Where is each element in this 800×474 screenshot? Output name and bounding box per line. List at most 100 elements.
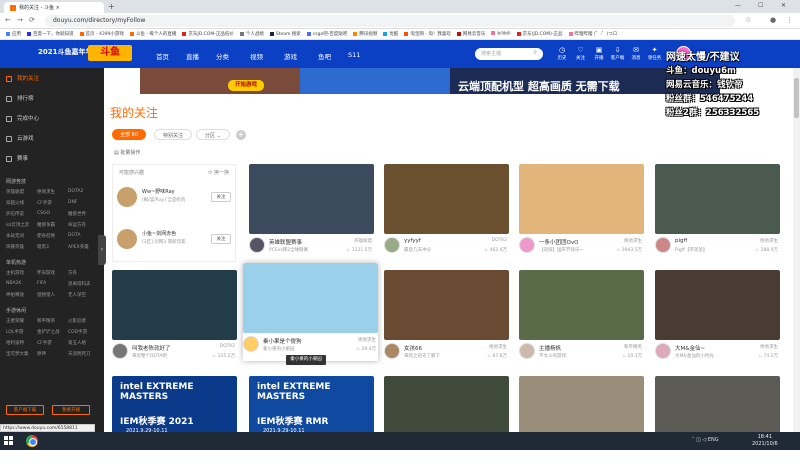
stream-thumbnail[interactable] <box>384 270 509 340</box>
streamer-name[interactable]: 叫我老陈就好了 <box>132 344 171 352</box>
new-tab-icon[interactable]: + <box>108 2 115 11</box>
sidebar-category-link[interactable]: 使命召唤 <box>37 233 55 239</box>
bookmark-item[interactable]: bilibili <box>491 31 511 37</box>
sidebar-category-link[interactable]: DOTA <box>68 233 81 238</box>
sidebar-category-link[interactable]: 暗黑3 <box>37 244 49 250</box>
batch-operation-button[interactable]: ▤ 批量操作 <box>114 149 140 156</box>
recommend-item[interactable]: 小鱼~剑网赤色 [3区] 剑网3 萌新玩家 关注 <box>117 227 233 255</box>
stream-category[interactable]: DOTA2 <box>220 344 235 349</box>
sidebar-item[interactable]: 完成中心 <box>6 114 39 122</box>
bookmark-item[interactable]: 优酷 <box>383 31 398 37</box>
back-icon[interactable]: ← <box>5 16 11 24</box>
sidebar-collapse-icon[interactable]: ‹ <box>98 235 106 265</box>
windows-start-icon[interactable] <box>4 436 14 446</box>
sidebar-section-title[interactable]: 网游竞技 <box>6 178 26 185</box>
bookmark-item[interactable]: 网易云音乐 <box>456 31 485 37</box>
streamer-avatar[interactable] <box>655 343 671 359</box>
streamer-avatar[interactable] <box>384 237 400 253</box>
stream-thumbnail[interactable] <box>655 164 780 234</box>
stream-card[interactable]: 一条小团团OvO 绝地求生 【双排】国庆节快乐~ ♨ 3943.5万 <box>519 164 644 262</box>
bookmark-item[interactable]: 哔哩哔哩 (゜-゜)つロ <box>568 31 617 37</box>
stream-card[interactable]: pigff 绝地求生 Pigff【带弟弟】 ♨ 288.9万 <box>655 164 780 262</box>
bookmark-item[interactable]: 应用 <box>6 31 21 37</box>
streamer-name[interactable]: 大M&金仙~ <box>675 344 705 352</box>
sidebar-item[interactable]: 排行榜 <box>6 94 34 102</box>
sidebar-category-link[interactable]: 神佑释放 <box>6 292 24 298</box>
bookmark-item[interactable]: 斗鱼 - 每个人的直播 <box>129 31 176 37</box>
maximize-icon[interactable]: ☐ <box>758 2 763 9</box>
sidebar-category-link[interactable]: 王者荣耀 <box>6 318 24 324</box>
bookmark-item[interactable]: Steam 搜索 <box>269 31 301 37</box>
nav-item[interactable]: 鱼吧 <box>318 51 331 61</box>
sidebar-category-link[interactable]: 金铲铲之战 <box>37 329 60 335</box>
promo-banner[interactable]: 开始游戏 云端顶配机型 超高画质 无需下载 <box>140 68 720 94</box>
nav-item[interactable]: 游戏 <box>284 51 297 61</box>
sidebar-category-link[interactable]: LOL手游 <box>6 329 23 335</box>
stream-thumbnail[interactable] <box>519 164 644 234</box>
bookmark-item[interactable]: 个人战绩 <box>239 31 264 37</box>
page-scrollbar[interactable] <box>793 68 800 432</box>
stream-card[interactable]: intel EXTREME MASTERS IEM秋季赛 2021 2021.9.2… <box>112 376 237 474</box>
stream-card[interactable] <box>384 376 509 474</box>
nav-item[interactable]: 首页 <box>156 51 169 61</box>
stream-category[interactable]: 绝地求生 <box>624 238 642 244</box>
bookmark-item[interactable]: 淘宝网 - 淘！我喜欢 <box>404 31 451 37</box>
sidebar-category-link[interactable]: 原神 <box>37 351 46 357</box>
nav-item[interactable]: 直播 <box>186 51 199 61</box>
streamer-avatar[interactable] <box>249 237 265 253</box>
stream-category[interactable]: 绝地求生 <box>760 238 778 244</box>
sidebar-category-link[interactable]: 怀旧游戏 <box>37 270 55 276</box>
minimize-icon[interactable]: — <box>735 2 741 9</box>
close-window-icon[interactable]: ✕ <box>781 2 786 9</box>
streamer-name[interactable]: pigff <box>675 238 687 244</box>
bookmark-item[interactable]: 腾讯视频 <box>353 31 377 37</box>
stream-card[interactable]: intel EXTREME MASTERS IEM秋季赛 RMR 2021.9.29… <box>249 376 374 474</box>
bookmark-item[interactable]: 首页 - 4399小游戏 <box>79 31 124 37</box>
sidebar-item[interactable]: 我的关注 <box>6 74 39 82</box>
sidebar-category-link[interactable]: 无人深空 <box>68 292 86 298</box>
forward-icon[interactable]: → <box>17 16 23 24</box>
sidebar-category-link[interactable]: 天涯明月刀 <box>68 351 91 357</box>
stream-category[interactable]: 英雄联盟 <box>354 238 372 244</box>
recommend-name[interactable]: Ww~野味Ray <box>142 188 175 195</box>
browser-tab[interactable]: 我的关注 - 斗鱼 × <box>4 2 104 13</box>
sidebar-item[interactable]: 赛事 <box>6 154 28 162</box>
streamer-name[interactable]: yyfyyf <box>404 238 421 244</box>
sidebar-category-link[interactable]: CSGO <box>37 211 50 216</box>
streamer-avatar[interactable] <box>243 336 259 352</box>
streamer-name[interactable]: 秦小果是个傻狗 <box>263 337 302 345</box>
streamer-name[interactable]: 一条小团团OvO <box>539 238 578 246</box>
sidebar-category-link[interactable]: CF手游 <box>37 340 52 346</box>
sidebar-category-link[interactable]: 怪物猎人 <box>37 292 55 298</box>
filter-tab[interactable]: 全部 60 <box>112 129 146 140</box>
sidebar-category-link[interactable]: 哈利波特 <box>6 340 24 346</box>
sidebar-category-link[interactable]: DOTA2 <box>68 189 83 194</box>
streamer-name[interactable]: 主播杨帆 <box>539 344 561 352</box>
url-input[interactable]: douyu.com/directory/myFollow <box>45 15 735 27</box>
menu-icon[interactable]: ⋮ <box>786 16 793 24</box>
douyu-logo[interactable]: 斗鱼 <box>88 45 132 61</box>
stream-category[interactable]: 和平精英 <box>624 344 642 350</box>
sidebar-category-link[interactable]: COD手游 <box>68 329 87 335</box>
tray-arrow-icon[interactable]: ˄ <box>692 437 695 443</box>
sidebar-category-link[interactable]: 穿越火线 <box>6 200 24 206</box>
bookmark-item[interactable]: 京东(JD.COM)-正品 <box>516 31 563 37</box>
stream-card[interactable] <box>519 376 644 474</box>
sidebar-category-link[interactable]: 命运方舟 <box>68 222 86 228</box>
stream-thumbnail[interactable] <box>655 270 780 340</box>
bookmark-item[interactable]: 百度一下，你就知道 <box>27 31 74 37</box>
volume-icon[interactable]: ◁ <box>702 437 706 443</box>
stream-card[interactable]: 主播杨帆 和平精英 不文斗的游戏 ♨ 10.3万 <box>519 270 644 368</box>
stream-card[interactable]: 女孩66 绝地求生 来玩之前先了解下 ♨ 87.6万 <box>384 270 509 368</box>
stream-card[interactable]: 叫我老陈就好了 DOTA2 来玩整个DOTA吧 ♨ 125.2万 <box>112 270 237 368</box>
client-download-button[interactable]: 客户端下载 <box>6 405 44 415</box>
sidebar-category-link[interactable]: 主机游戏 <box>6 270 24 276</box>
recommend-item[interactable]: Ww~野味Ray [枫/蓝/Ray] 全是奶鸡 关注 <box>117 185 233 213</box>
chrome-taskbar-icon[interactable] <box>26 435 38 447</box>
stream-category[interactable]: 绝地求生 <box>358 337 376 343</box>
streamer-avatar[interactable] <box>519 343 535 359</box>
reload-icon[interactable]: ⟳ <box>29 16 35 24</box>
streamer-name[interactable]: 女孩66 <box>404 344 422 352</box>
sidebar-category-link[interactable]: DNF <box>68 200 77 205</box>
sidebar-category-link[interactable]: 宝可梦大集 <box>6 351 29 357</box>
